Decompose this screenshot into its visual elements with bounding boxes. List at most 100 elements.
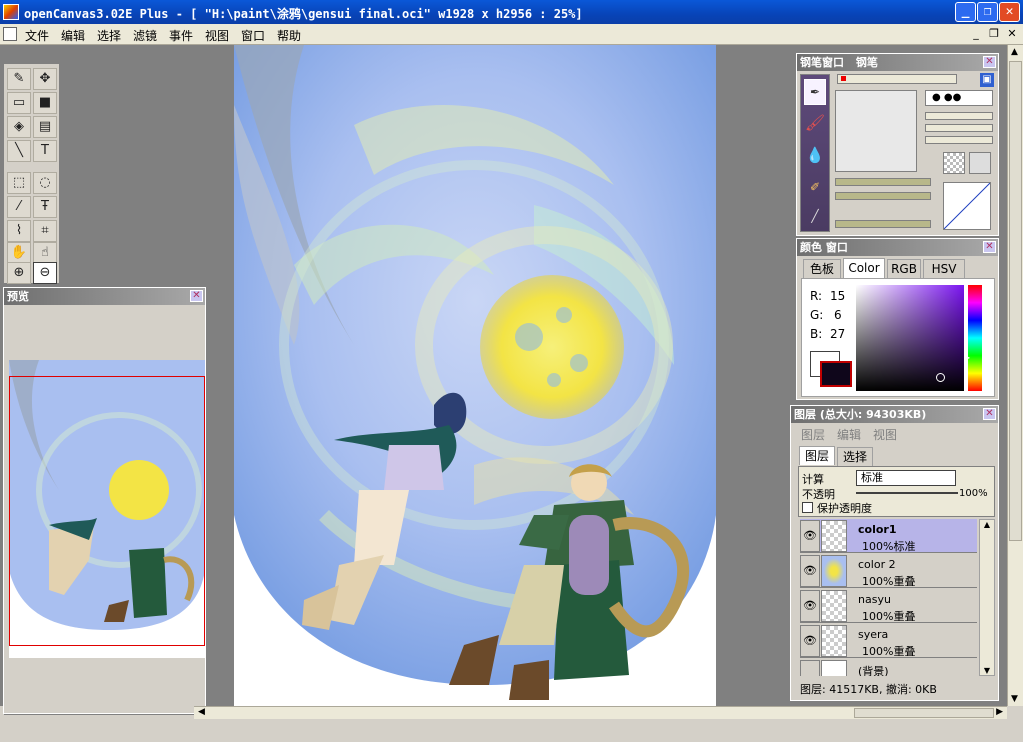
vertical-scroll-thumb[interactable] [1009,61,1022,541]
layer-row-background[interactable]: (背景) [800,659,977,676]
scroll-left-icon[interactable]: ◀ [198,707,205,717]
color-panel-title[interactable]: 颜色 窗口 [797,239,998,256]
menu-file[interactable]: 文件 [25,27,49,44]
saturation-value-picker[interactable] [856,285,964,391]
scroll-up-icon[interactable]: ▲ [1011,47,1018,57]
tab-rgb[interactable]: RGB [887,259,921,278]
visibility-toggle[interactable] [800,660,820,676]
layer-row-color2[interactable]: 👁 color 2 100%重叠 [800,554,977,588]
hue-slider[interactable] [968,285,982,391]
app-icon[interactable] [3,4,19,20]
gradient-tool-icon[interactable]: ▤ [33,116,57,138]
document-icon[interactable] [3,27,17,41]
layer-menu-layer[interactable]: 图层 [801,426,825,443]
fill-rect-tool-icon[interactable]: ■ [33,92,57,114]
preview-title[interactable]: 预览 [4,288,205,305]
layer-menu-view[interactable]: 视图 [873,426,897,443]
rotate-hand-tool-icon[interactable]: ☝ [33,242,57,264]
layer-list-scrollbar[interactable]: ▲ ▼ [979,519,995,676]
brush-shape-selector[interactable]: ● ●● [925,90,993,106]
layer-row-syera[interactable]: 👁 syera 100%重叠 [800,624,977,658]
tab-layers[interactable]: 图层 [799,446,835,465]
doc-close-button[interactable]: ✕ [1004,27,1020,41]
pen-tool-icon[interactable]: ✎ [7,68,31,90]
layer-close-icon[interactable]: ✕ [983,408,996,420]
bucket-tool-icon[interactable]: ◈ [7,116,31,138]
magic-wand-tool-icon[interactable]: ⁄ [7,196,31,218]
layer-opacity-slider[interactable] [856,492,958,494]
line-tool-icon[interactable]: ╲ [7,140,31,162]
menu-event[interactable]: 事件 [169,27,193,44]
layer-panel-title[interactable]: 图层 (总大小: 94303KB) [791,406,998,423]
menu-help[interactable]: 帮助 [277,27,301,44]
move-tool-icon[interactable]: ✥ [33,68,57,90]
zoom-in-tool-icon[interactable]: ⊕ [7,262,31,284]
rect-select-tool-icon[interactable]: ⬚ [7,172,31,194]
brush-type-list[interactable]: ✒ 🖌 💧 ✐ ╱ [800,74,830,232]
brush-brush-icon[interactable]: 🖌 [804,111,826,137]
scroll-down-icon[interactable]: ▼ [980,666,994,675]
text-tool-icon[interactable]: T [33,140,57,162]
visibility-eye-icon[interactable]: 👁 [800,590,820,622]
brush-close-icon[interactable]: ✕ [983,56,996,68]
tab-color[interactable]: Color [843,258,885,278]
text-select-tool-icon[interactable]: Ŧ [33,196,57,218]
menu-select[interactable]: 选择 [97,27,121,44]
menu-window[interactable]: 窗口 [241,27,265,44]
brush-tool-name: 钢笔 [855,56,878,69]
scroll-right-icon[interactable]: ▶ [996,707,1003,717]
visibility-eye-icon[interactable]: 👁 [800,520,820,552]
texture-off-icon[interactable] [969,152,991,174]
menu-view[interactable]: 视图 [205,27,229,44]
minimize-button[interactable]: _ [955,2,976,22]
lasso-select-tool-icon[interactable]: ◌ [33,172,57,194]
blend-mode-select[interactable]: 标准 [856,470,956,486]
zoom-out-tool-icon[interactable]: ⊖ [33,262,57,284]
close-button[interactable]: ✕ [999,2,1020,22]
save-brush-icon[interactable]: ▣ [980,73,994,87]
water-brush-icon[interactable]: 💧 [804,143,826,169]
doc-restore-button[interactable]: ❐ [986,27,1002,41]
doc-minimize-button[interactable]: _ [968,27,984,41]
horizontal-scrollbar[interactable]: ◀ ▶ [194,706,1007,719]
preview-close-icon[interactable]: ✕ [190,290,203,302]
menu-edit[interactable]: 编辑 [61,27,85,44]
airbrush-icon[interactable]: ✐ [804,175,826,201]
visibility-eye-icon[interactable]: 👁 [800,555,820,587]
eyedropper-tool-icon[interactable]: ⌇ [7,220,31,242]
brush-param-slider-1[interactable] [925,112,993,120]
pressure-curve-graph[interactable] [943,182,991,230]
eraser-brush-icon[interactable]: ╱ [804,205,826,229]
drawing-canvas[interactable] [234,45,716,706]
tab-swatches[interactable]: 色板 [803,259,841,278]
blend-slider[interactable] [835,220,931,228]
maximize-button[interactable]: ❐ [977,2,998,22]
scroll-up-icon[interactable]: ▲ [980,520,994,529]
density-slider[interactable] [835,192,931,200]
protect-alpha-checkbox[interactable] [802,502,813,513]
visibility-eye-icon[interactable]: 👁 [800,625,820,657]
layer-row-nasyu[interactable]: 👁 nasyu 100%重叠 [800,589,977,623]
scroll-down-icon[interactable]: ▼ [1011,694,1018,704]
eraser-tool-icon[interactable]: ▭ [7,92,31,114]
title-bar[interactable]: openCanvas3.02E Plus - [ "H:\paint\涂鸦\ge… [0,0,1023,24]
brush-size-slider[interactable] [837,74,957,84]
tab-selection[interactable]: 选择 [837,447,873,466]
tab-hsv[interactable]: HSV [923,259,965,278]
brush-param-slider-2[interactable] [925,124,993,132]
vertical-scrollbar[interactable]: ▲ ▼ [1007,45,1023,706]
texture-icon[interactable] [943,152,965,174]
brush-param-slider-3[interactable] [925,136,993,144]
brush-panel-title[interactable]: 钢笔窗口 钢笔 [797,54,998,71]
color-close-icon[interactable]: ✕ [983,241,996,253]
layer-menu-edit[interactable]: 编辑 [837,426,861,443]
menu-filter[interactable]: 滤镜 [133,27,157,44]
foreground-color-swatch[interactable] [820,361,852,387]
crop-tool-icon[interactable]: ⌗ [33,220,57,242]
pen-brush-icon[interactable]: ✒ [804,79,826,105]
hand-tool-icon[interactable]: ✋ [7,242,31,264]
layer-row-color1[interactable]: 👁 color1 100%标准 [800,519,977,553]
horizontal-scroll-thumb[interactable] [854,708,994,718]
opacity-slider[interactable] [835,178,931,186]
preview-view-frame[interactable] [9,376,205,646]
